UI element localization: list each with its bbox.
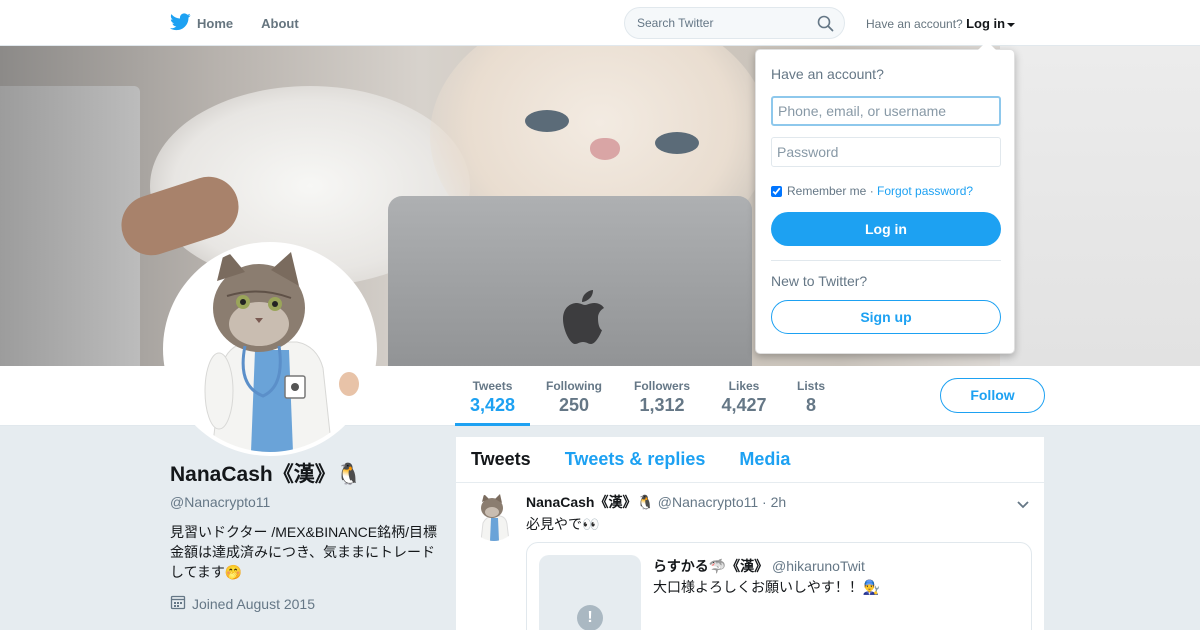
nav-home-link[interactable]: Home	[170, 12, 234, 34]
login-dropdown: Have an account? Remember me · Forgot pa…	[755, 41, 1015, 354]
remember-me-label: Remember me ·	[787, 184, 874, 198]
account-prompt: Have an account? Log in	[866, 16, 1016, 31]
banner-cat-eye-left	[525, 110, 569, 132]
profile-joined: Joined August 2015	[170, 594, 440, 613]
stat-label: Likes	[728, 379, 760, 393]
banner-laptop-shape	[0, 86, 140, 366]
signup-button[interactable]: Sign up	[771, 300, 1001, 334]
chevron-down-icon[interactable]	[1016, 497, 1030, 515]
caret-down-icon	[1007, 22, 1016, 27]
profile-handle[interactable]: @Nanacrypto11	[170, 494, 440, 510]
stat-likes[interactable]: Likes 4,427	[717, 366, 771, 426]
quote-author-name: らすかる🦈《漢》	[653, 558, 769, 574]
password-field[interactable]	[771, 137, 1001, 167]
banner-floor-shape	[1000, 46, 1200, 366]
quote-media-placeholder: !	[539, 555, 641, 630]
stat-label: Following	[546, 379, 602, 393]
tweet-text: 必見やで👀	[526, 516, 600, 532]
apple-logo-icon	[555, 286, 607, 346]
tweet-author-handle[interactable]: @Nanacrypto11	[658, 494, 758, 510]
avatar-image	[167, 246, 373, 452]
login-toggle-label: Log in	[966, 16, 1006, 31]
nav-about-link[interactable]: About	[261, 16, 299, 31]
tweet-timestamp[interactable]: · 2h	[762, 494, 786, 510]
login-dropdown-toggle[interactable]: Log in	[966, 16, 1016, 31]
banner-cat-nose	[590, 138, 620, 160]
stat-value: 250	[558, 395, 590, 415]
stat-value: 4,427	[721, 395, 767, 415]
tab-tweets-and-replies[interactable]: Tweets & replies	[565, 449, 706, 470]
twitter-bird-icon	[170, 12, 197, 34]
remember-me-row: Remember me · Forgot password?	[771, 184, 973, 198]
search-icon[interactable]	[817, 15, 834, 37]
top-navigation: Home About Search Twitter Have an accoun…	[0, 0, 1200, 46]
nav-links: Home About	[170, 0, 327, 46]
tweet[interactable]: NanaCash《漢》🐧 @Nanacrypto11 · 2h 必見やで👀 ! …	[456, 483, 1044, 630]
forgot-password-link[interactable]: Forgot password?	[877, 184, 973, 198]
remember-me-checkbox[interactable]	[771, 185, 782, 197]
nav-about-label: About	[261, 15, 299, 31]
login-button[interactable]: Log in	[771, 212, 1001, 246]
search-placeholder: Search Twitter	[637, 16, 714, 30]
tweet-author-name[interactable]: NanaCash《漢》🐧	[526, 494, 654, 510]
tweet-avatar[interactable]	[470, 493, 518, 541]
new-to-twitter-text: New to Twitter?	[771, 273, 868, 289]
search-input[interactable]: Search Twitter	[624, 7, 845, 39]
stat-value: 8	[805, 395, 816, 415]
quote-text: 大口様よろしくお願いしやす！！👨‍🔧	[653, 579, 881, 595]
banner-cat-eye-right	[655, 132, 699, 154]
stat-followers[interactable]: Followers 1,312	[628, 366, 696, 426]
quote-header: らすかる🦈《漢》 @hikarunoTwit	[653, 556, 865, 576]
timeline-tabs: Tweets Tweets & replies Media	[456, 437, 1044, 483]
nav-home-label: Home	[197, 15, 234, 31]
warning-icon: !	[577, 605, 603, 630]
timeline: Tweets Tweets & replies Media NanaCash《漢…	[456, 437, 1044, 630]
calendar-icon	[170, 594, 192, 613]
quoted-tweet[interactable]: ! らすかる🦈《漢》 @hikarunoTwit 大口様よろしくお願いしやす！！…	[526, 542, 1032, 630]
profile-avatar[interactable]	[163, 242, 377, 456]
stat-label: Tweets	[472, 379, 513, 393]
stat-label: Followers	[633, 379, 690, 393]
follow-button[interactable]: Follow	[940, 378, 1045, 413]
stat-lists[interactable]: Lists 8	[791, 366, 831, 426]
tweet-header: NanaCash《漢》🐧 @Nanacrypto11 · 2h	[526, 492, 786, 512]
stat-value: 3,428	[469, 395, 516, 415]
stat-value: 1,312	[639, 395, 685, 415]
stat-tweets[interactable]: Tweets 3,428	[455, 366, 530, 426]
tab-media[interactable]: Media	[739, 449, 790, 470]
stat-following[interactable]: Following 250	[541, 366, 607, 426]
dropdown-prompt: Have an account?	[771, 66, 884, 82]
account-prompt-text: Have an account?	[866, 17, 963, 31]
dropdown-divider	[771, 260, 1001, 261]
quote-author-handle: @hikarunoTwit	[772, 558, 865, 574]
profile-card: NanaCash《漢》🐧 @Nanacrypto11 見習いドクター /MEX&…	[170, 458, 440, 613]
stat-label: Lists	[796, 379, 825, 393]
tab-tweets[interactable]: Tweets	[471, 449, 531, 470]
username-field[interactable]	[771, 96, 1001, 126]
profile-bio: 見習いドクター /MEX&BINANCE銘柄/目標金額は達成済みにつき、気ままに…	[170, 524, 438, 580]
joined-text: Joined August 2015	[192, 595, 315, 612]
profile-name[interactable]: NanaCash《漢》🐧	[170, 458, 440, 488]
